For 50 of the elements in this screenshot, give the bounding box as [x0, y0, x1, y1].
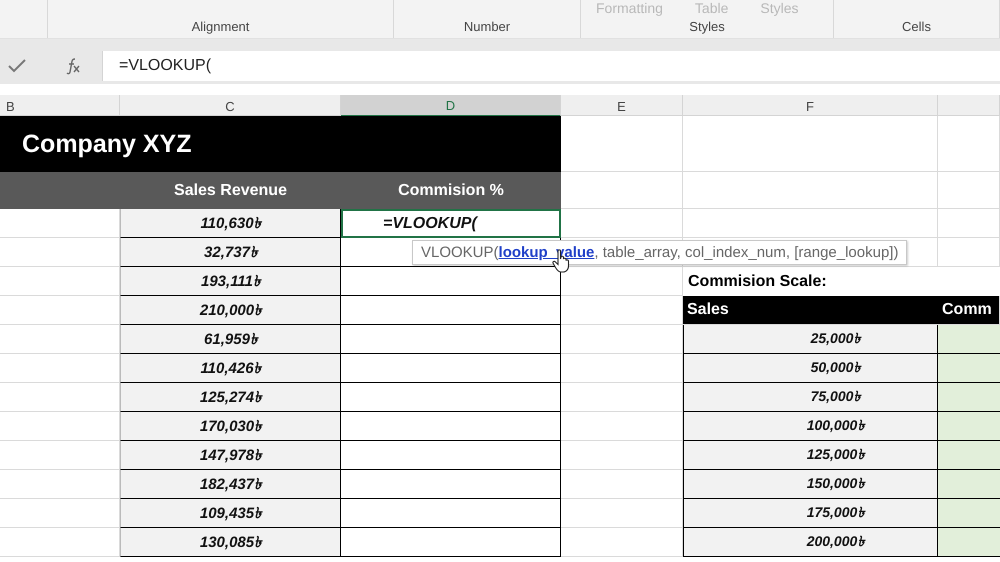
group-label: Alignment — [192, 19, 250, 34]
empty-cell — [938, 172, 1000, 209]
sheet-title: Company XYZ — [22, 130, 192, 158]
table-cell: 193,111৳ — [120, 267, 341, 296]
table-cell: 100,000৳ — [683, 412, 938, 441]
table-cell: 61,959৳ — [120, 325, 341, 354]
table-cell: 182,437৳ — [120, 470, 341, 499]
table-cell — [938, 354, 1000, 383]
group-label: Styles — [689, 19, 725, 34]
group-label: Number — [464, 19, 510, 34]
table-cell — [938, 499, 1000, 528]
table-cell: 25,000৳ — [683, 325, 938, 354]
table-cell: 125,000৳ — [683, 441, 938, 470]
check-icon[interactable] — [8, 59, 26, 73]
empty-cell — [938, 116, 1000, 172]
function-icon[interactable] — [64, 57, 82, 75]
table-cell: 110,630৳ — [120, 209, 341, 238]
column-heading: Sales — [686, 301, 730, 319]
table-cell: 170,030৳ — [120, 412, 341, 441]
tooltip-text: VLOOKUP( — [421, 244, 499, 261]
table-cell: 50,000৳ — [683, 354, 938, 383]
table-cell — [938, 470, 1000, 499]
table-cell — [938, 441, 1000, 470]
table-cell: 130,085৳ — [120, 528, 341, 557]
scale-title: Commision Scale: — [688, 272, 827, 290]
table-cell: 150,000৳ — [683, 470, 938, 499]
active-cell[interactable]: =VLOOKUP( — [341, 209, 561, 238]
formula-field[interactable]: =VLOOKUP( — [102, 51, 1000, 81]
column-header[interactable]: E — [561, 95, 683, 117]
table-cell — [938, 528, 1000, 557]
table-cell: 200,000৳ — [683, 528, 938, 557]
table-cell: 75,000৳ — [683, 383, 938, 412]
empty-cell — [938, 238, 1000, 267]
table-cell: 110,426৳ — [120, 354, 341, 383]
table-cell: 32,737৳ — [120, 238, 341, 267]
table-cell — [938, 412, 1000, 441]
column-heading: Sales Revenue — [173, 180, 288, 200]
table-cell: 210,000৳ — [120, 296, 341, 325]
column-header[interactable]: F — [683, 95, 938, 117]
table-cell: 109,435৳ — [120, 499, 341, 528]
column-heading: Comm — [941, 301, 993, 319]
group-label: Cells — [902, 19, 931, 34]
table-cell: 175,000৳ — [683, 499, 938, 528]
column-heading: Commision % — [397, 180, 505, 200]
table-cell: 147,978৳ — [120, 441, 341, 470]
table-cell — [938, 383, 1000, 412]
empty-cell — [938, 209, 1000, 238]
tooltip-text: , table_array, col_index_num, [range_lookup]) — [594, 244, 898, 261]
table-cell: 125,274৳ — [120, 383, 341, 412]
column-header[interactable]: D — [341, 95, 561, 117]
